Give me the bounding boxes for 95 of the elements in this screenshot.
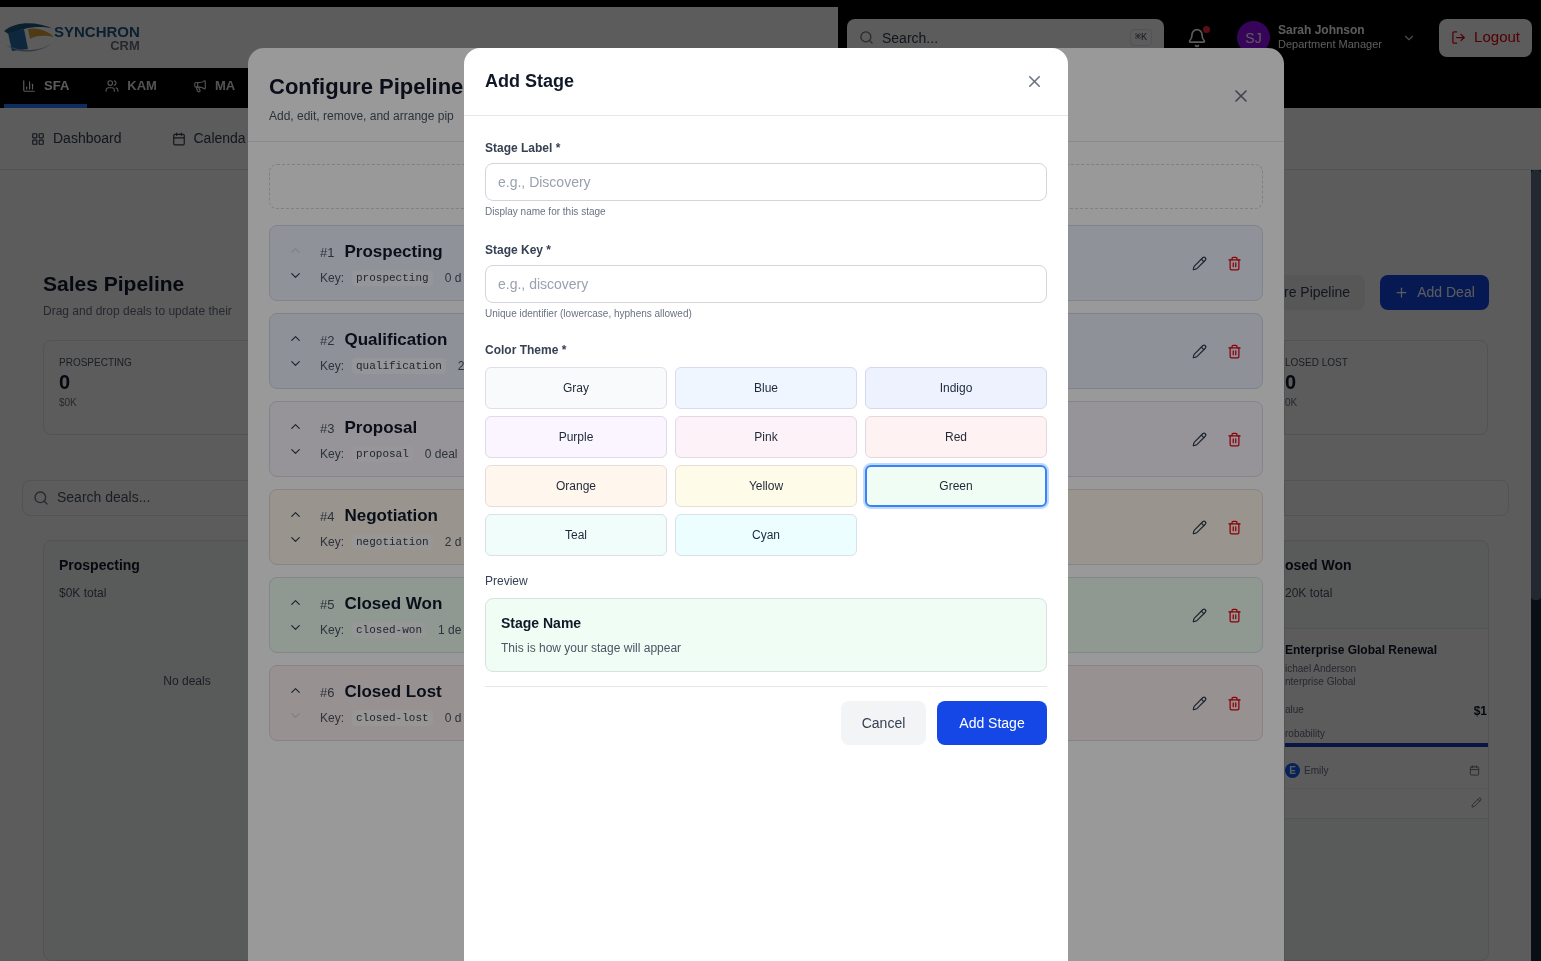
field-label: Stage Label * — [485, 140, 562, 157]
plus-icon — [1394, 285, 1410, 300]
color-option[interactable]: Red — [865, 416, 1047, 458]
megaphone-icon — [192, 79, 207, 93]
stat-count: 0 — [59, 369, 72, 395]
bar-chart-icon — [22, 79, 36, 93]
stage-number: #5 — [320, 596, 335, 615]
stage-name: Prospecting — [344, 241, 443, 264]
stage-name: Closed Won — [344, 593, 443, 616]
cancel-button[interactable]: Cancel — [841, 701, 926, 745]
edit-icon[interactable] — [1192, 343, 1207, 359]
deal-count: 1 de — [438, 621, 462, 639]
color-option[interactable]: Teal — [485, 514, 667, 556]
edit-icon[interactable] — [1192, 519, 1207, 535]
input-field[interactable]: e.g., Discovery — [485, 163, 1047, 201]
dialog-title: Configure Pipeline — [269, 73, 464, 101]
stat-count: 0 — [1285, 370, 1298, 395]
shortcut-key: ⌘K — [1129, 29, 1152, 46]
key-label: Key: — [320, 533, 344, 551]
deal-count: 2 — [457, 357, 465, 375]
search-placeholder: Search deals... — [57, 488, 151, 507]
deal-count: 2 d — [444, 533, 462, 551]
color-option[interactable]: Cyan — [675, 514, 857, 556]
stage-name: Closed Lost — [344, 681, 442, 704]
deal-value: $1 — [1473, 703, 1487, 720]
deal-search-field[interactable] — [1284, 480, 1509, 516]
stage-name: Qualification — [344, 329, 448, 352]
field-hint: Unique identifier (lowercase, hyphens allowed) — [485, 307, 693, 321]
color-option[interactable]: Purple — [485, 416, 667, 458]
deal-count: 0 deal — [424, 445, 458, 463]
delete-icon[interactable] — [1227, 431, 1242, 447]
calendar-icon — [171, 131, 186, 146]
notification-button[interactable] — [1187, 27, 1207, 48]
deal-title: Enterprise Global Renewal — [1285, 642, 1439, 659]
logo-icon — [2, 20, 56, 55]
stage-name: Proposal — [344, 417, 418, 440]
stage-number: #1 — [320, 244, 335, 263]
stat-label: LOSED LOST — [1285, 356, 1349, 370]
color-option[interactable]: Gray — [485, 367, 667, 409]
column-total: 20K total — [1285, 585, 1334, 602]
color-option[interactable]: Orange — [485, 465, 667, 507]
color-option[interactable]: Green — [865, 465, 1047, 507]
search-placeholder: Search... — [882, 28, 940, 48]
field-label: Color Theme * — [485, 342, 568, 359]
key-label: Key: — [320, 621, 344, 639]
users-icon — [105, 79, 120, 93]
search-icon — [859, 30, 874, 45]
edit-icon[interactable] — [1192, 431, 1207, 447]
key-label: Key: — [320, 445, 344, 463]
preview-title: Stage Name — [501, 614, 583, 633]
column-title: Prospecting — [59, 555, 141, 575]
stage-number: #4 — [320, 508, 335, 527]
key-label: Key: — [320, 269, 344, 287]
preview-label: Preview — [485, 573, 529, 590]
stage-number: #6 — [320, 684, 335, 703]
edit-icon[interactable] — [1192, 607, 1207, 623]
delete-icon[interactable] — [1227, 695, 1242, 711]
delete-icon[interactable] — [1227, 519, 1242, 535]
add-stage-button[interactable]: Add Stage — [937, 701, 1047, 745]
input-field[interactable]: e.g., discovery — [485, 265, 1047, 303]
user-name: Sarah Johnson — [1278, 23, 1366, 39]
column-title: osed Won — [1285, 556, 1353, 575]
dialog-subtitle: Add, edit, remove, and arrange pip — [269, 108, 455, 125]
logout-icon — [1451, 30, 1467, 45]
field-label: Stage Key * — [485, 242, 553, 259]
stage-number: #2 — [320, 332, 335, 351]
column-total: $0K total — [59, 584, 108, 602]
edit-icon[interactable] — [1192, 255, 1207, 271]
stat-label: PROSPECTING — [59, 355, 133, 370]
delete-icon[interactable] — [1227, 607, 1242, 623]
owner-avatar: E — [1285, 763, 1300, 778]
delete-icon[interactable] — [1227, 255, 1242, 271]
field-hint: Display name for this stage — [485, 205, 607, 219]
user-role: Department Manager — [1278, 38, 1382, 52]
empty-message: No deals — [163, 672, 211, 690]
search-icon — [33, 489, 49, 506]
grid-icon — [31, 131, 45, 146]
stage-number: #3 — [320, 420, 335, 439]
delete-icon[interactable] — [1227, 343, 1242, 359]
key-label: Key: — [320, 709, 344, 727]
preview-text: This is how your stage will appear — [501, 640, 683, 657]
color-option[interactable]: Yellow — [675, 465, 857, 507]
dialog-title: Add Stage — [485, 70, 574, 93]
edit-icon[interactable] — [1192, 695, 1207, 711]
key-label: Key: — [320, 357, 344, 375]
deal-count: 0 d — [444, 269, 462, 287]
deal-count: 0 d — [444, 709, 462, 727]
calendar-icon — [1469, 765, 1480, 776]
scrollbar[interactable] — [1531, 170, 1541, 961]
page-title: Sales Pipeline — [42, 271, 186, 297]
color-option[interactable]: Indigo — [865, 367, 1047, 409]
stage-name: Negotiation — [344, 505, 438, 528]
color-option[interactable]: Pink — [675, 416, 857, 458]
logo-text: SYNCHRON — [54, 23, 140, 39]
color-option[interactable]: Blue — [675, 367, 857, 409]
